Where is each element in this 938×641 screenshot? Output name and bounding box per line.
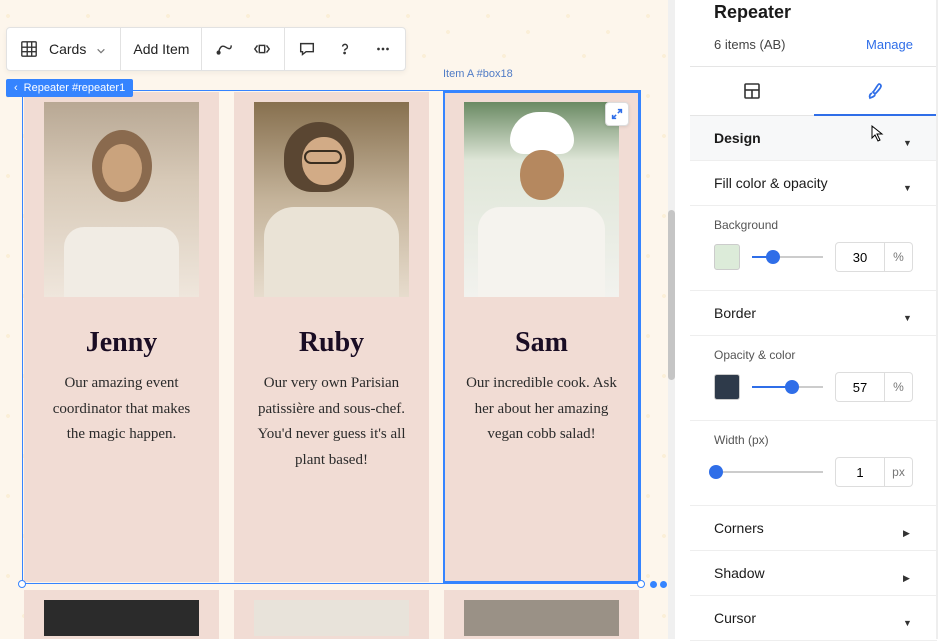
chevron-right-icon	[903, 523, 913, 533]
section-corners[interactable]: Corners	[690, 506, 937, 551]
card-name: Ruby	[299, 327, 364, 359]
selection-handle[interactable]	[637, 580, 645, 588]
items-count: 6 items (AB)	[714, 37, 786, 52]
card-image	[464, 600, 619, 636]
repeater-item[interactable]	[444, 590, 639, 639]
panel-title: Repeater	[690, 0, 937, 37]
card-image[interactable]	[464, 102, 619, 297]
border-width-value[interactable]: 1	[835, 457, 885, 487]
repeater-item[interactable]	[234, 590, 429, 639]
chevron-down-icon	[903, 308, 913, 318]
stretch-icon[interactable]	[252, 39, 272, 59]
selection-handle[interactable]	[18, 580, 26, 588]
mouse-cursor-icon	[870, 124, 886, 144]
card-description: Our amazing event coordinator that makes…	[38, 371, 205, 448]
fill-opacity-slider[interactable]	[752, 247, 823, 267]
layout-tab[interactable]	[690, 67, 814, 116]
expand-icon[interactable]	[605, 102, 629, 126]
border-opacity-block: Opacity & color 57 %	[690, 336, 937, 421]
fill-block: Background 30 %	[690, 206, 937, 291]
repeater-item[interactable]: Jenny Our amazing event coordinator that…	[24, 92, 219, 582]
section-design[interactable]: Design	[690, 116, 937, 161]
section-label: Fill color & opacity	[714, 175, 828, 191]
add-item-label: Add Item	[133, 41, 189, 57]
section-shadow[interactable]: Shadow	[690, 551, 937, 596]
chevron-down-icon	[96, 43, 108, 55]
repeater[interactable]: Jenny Our amazing event coordinator that…	[24, 92, 639, 582]
animation-icon[interactable]	[214, 39, 234, 59]
card-name: Sam	[515, 327, 568, 359]
help-icon[interactable]	[335, 39, 355, 59]
scrollbar-track[interactable]	[668, 0, 675, 639]
section-label: Corners	[714, 520, 764, 536]
border-opacity-label: Opacity & color	[714, 348, 913, 362]
border-swatch[interactable]	[714, 374, 740, 400]
canvas[interactable]: Cards Add Item	[0, 0, 675, 639]
section-label: Design	[714, 130, 761, 146]
card-image[interactable]	[44, 102, 199, 297]
section-label: Shadow	[714, 565, 765, 581]
repeater-item[interactable]: Ruby Our very own Parisian patissière an…	[234, 92, 429, 582]
fill-swatch[interactable]	[714, 244, 740, 270]
inspector-panel: Repeater 6 items (AB) Manage Design Fill…	[690, 0, 938, 639]
border-opacity-slider[interactable]	[752, 377, 823, 397]
section-label: Border	[714, 305, 756, 321]
section-border[interactable]: Border	[690, 291, 937, 336]
fill-opacity-value[interactable]: 30	[835, 242, 885, 272]
selection-add-handle[interactable]	[660, 581, 667, 588]
layout-label: Cards	[49, 41, 86, 57]
fill-background-label: Background	[714, 218, 913, 232]
border-width-label: Width (px)	[714, 433, 913, 447]
more-icon[interactable]	[373, 39, 393, 59]
border-width-unit: px	[885, 457, 913, 487]
fill-opacity-unit: %	[885, 242, 913, 272]
panel-tabs	[690, 66, 937, 116]
card-description: Our very own Parisian patissière and sou…	[248, 371, 415, 473]
chevron-down-icon	[903, 178, 913, 188]
card-description: Our incredible cook. Ask her about her a…	[458, 371, 625, 448]
section-cursor[interactable]: Cursor	[690, 596, 937, 641]
card-image	[254, 600, 409, 636]
repeater-item-selected[interactable]: Sam Our incredible cook. Ask her about h…	[444, 92, 639, 582]
item-label: Item A #box18	[443, 68, 513, 80]
chevron-down-icon	[903, 133, 913, 143]
selection-tag-text: Repeater #repeater1	[24, 82, 126, 94]
manage-link[interactable]: Manage	[866, 37, 913, 52]
section-label: Cursor	[714, 610, 756, 626]
brush-icon	[865, 81, 885, 101]
comment-icon[interactable]	[297, 39, 317, 59]
border-opacity-value[interactable]: 57	[835, 372, 885, 402]
section-fill[interactable]: Fill color & opacity	[690, 161, 937, 206]
card-image[interactable]	[254, 102, 409, 297]
grid-icon	[19, 39, 39, 59]
selection-add-handle[interactable]	[650, 581, 657, 588]
layout-icon	[742, 81, 762, 101]
layout-dropdown[interactable]: Cards	[7, 28, 121, 70]
repeater-item[interactable]	[24, 590, 219, 639]
design-tab[interactable]	[814, 67, 938, 116]
border-width-slider[interactable]	[714, 462, 823, 482]
border-width-block: Width (px) 1 px	[690, 421, 937, 506]
border-opacity-unit: %	[885, 372, 913, 402]
chevron-right-icon	[903, 568, 913, 578]
repeater-row-2[interactable]	[24, 590, 639, 639]
add-item-button[interactable]: Add Item	[121, 28, 202, 70]
card-name: Jenny	[86, 327, 158, 359]
repeater-toolbar: Cards Add Item	[6, 27, 406, 71]
card-image	[44, 600, 199, 636]
selection-tag-prefix: ‹	[14, 82, 18, 94]
selection-tag[interactable]: ‹ Repeater #repeater1	[6, 79, 133, 97]
chevron-down-icon	[903, 613, 913, 623]
scrollbar-thumb[interactable]	[668, 210, 675, 380]
